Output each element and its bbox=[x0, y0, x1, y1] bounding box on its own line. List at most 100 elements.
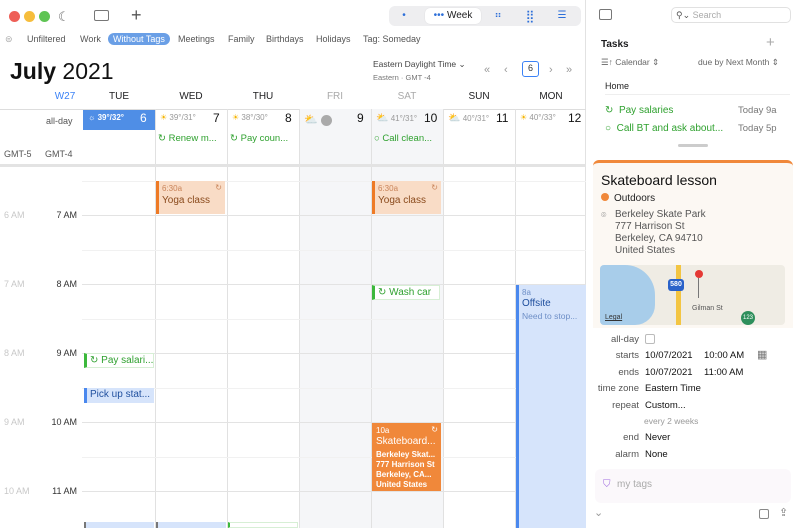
weather-sat: ⛅ 41°/31° bbox=[376, 113, 418, 124]
repeat-icon: ↻ bbox=[215, 183, 222, 192]
repeat-sub: every 2 weeks bbox=[644, 416, 699, 426]
view-day-button[interactable]: • bbox=[393, 8, 415, 24]
event-pick-up[interactable]: Pick up stat... bbox=[84, 388, 154, 403]
minimize-button[interactable] bbox=[24, 11, 35, 22]
location-icon: ⌾ bbox=[601, 210, 607, 220]
add-task-button[interactable]: + bbox=[766, 34, 775, 51]
weather-wed: ☀ 39°/31° bbox=[160, 113, 196, 122]
day-num-tue[interactable]: 6 bbox=[140, 111, 147, 125]
location-text[interactable]: Berkeley Skate Park 777 Harrison St Berkel… bbox=[615, 209, 706, 257]
moon-icon[interactable]: ☾ bbox=[58, 10, 70, 23]
ends-date[interactable]: 10/07/2021 bbox=[645, 367, 693, 378]
prev-week-button[interactable]: « bbox=[484, 64, 490, 76]
secondary-time-label: 7 AM bbox=[4, 279, 25, 289]
prev-button[interactable]: ‹ bbox=[504, 64, 508, 76]
filter-work[interactable]: Work bbox=[80, 34, 101, 44]
event-partial[interactable] bbox=[156, 522, 226, 528]
view-year-button[interactable]: ⣿ bbox=[519, 8, 541, 24]
task-item[interactable]: ↻ Pay salaries bbox=[605, 105, 673, 116]
repeat-value[interactable]: Custom... bbox=[645, 400, 686, 411]
alarm-value[interactable]: None bbox=[645, 449, 668, 460]
search-icon: ⚲⌄ bbox=[676, 10, 691, 20]
event-skateboard[interactable]: 10a ↻ Skateboard... Berkeley Skat... 777… bbox=[372, 423, 441, 491]
allday-checkbox[interactable] bbox=[645, 334, 655, 344]
view-month-button[interactable]: ⠶ bbox=[487, 8, 509, 24]
event-title[interactable]: Skateboard lesson bbox=[601, 172, 717, 188]
allday-task-thu[interactable]: ↻ Pay coun... bbox=[230, 133, 296, 144]
timezone-value[interactable]: Eastern Time bbox=[645, 383, 701, 394]
location-map[interactable]: 580 Gilman St 123 Legal bbox=[600, 265, 785, 325]
filter-meetings[interactable]: Meetings bbox=[178, 34, 215, 44]
event-yoga-sat[interactable]: 6:30a ↻ Yoga class bbox=[372, 181, 441, 214]
filter-holidays[interactable]: Holidays bbox=[316, 34, 351, 44]
allday-task-wed[interactable]: ↻ Renew m... bbox=[158, 133, 224, 144]
day-num-fri[interactable]: 9 bbox=[357, 111, 364, 125]
today-button[interactable]: 6 bbox=[522, 61, 539, 77]
day-num-wed[interactable]: 7 bbox=[213, 111, 220, 125]
day-header-sat[interactable]: SAT bbox=[371, 91, 443, 102]
tags-field[interactable]: ⛉ my tags bbox=[595, 469, 791, 503]
event-yoga-wed[interactable]: 6:30a ↻ Yoga class bbox=[156, 181, 225, 214]
filter-unfiltered[interactable]: Unfiltered bbox=[27, 34, 66, 44]
tasks-source-select[interactable]: ☰↑ Calendar ⇕ bbox=[601, 57, 659, 68]
day-num-thu[interactable]: 8 bbox=[285, 111, 292, 125]
day-header-mon[interactable]: MON bbox=[515, 91, 587, 102]
starts-time[interactable]: 10:00 AM bbox=[704, 350, 744, 361]
map-legal-link[interactable]: Legal bbox=[605, 314, 622, 321]
allday-label: all-day bbox=[46, 116, 73, 126]
filter-without-tags[interactable]: Without Tags bbox=[108, 33, 170, 45]
filter-tag-someday[interactable]: Tag: Someday bbox=[363, 34, 421, 44]
repeat-icon: ↻ bbox=[431, 183, 438, 192]
event-offsite[interactable]: 8a Offsite Need to stop... bbox=[516, 285, 586, 528]
day-header-wed[interactable]: WED bbox=[155, 91, 227, 102]
task-partial[interactable] bbox=[228, 522, 298, 528]
task-pay-salaries[interactable]: ↻ Pay salari... bbox=[84, 353, 154, 368]
ends-time[interactable]: 11:00 AM bbox=[704, 367, 743, 378]
sidebar-toggle-icon[interactable] bbox=[94, 10, 109, 21]
panel-toggle-icon[interactable] bbox=[599, 9, 612, 20]
allday-task-sat[interactable]: ○ Call clean... bbox=[374, 133, 440, 144]
highway-shield: 580 bbox=[668, 279, 684, 291]
search-input[interactable]: ⚲⌄ Search bbox=[671, 7, 791, 23]
starts-date[interactable]: 10/07/2021 bbox=[645, 350, 693, 361]
close-button[interactable] bbox=[9, 11, 20, 22]
secondary-time-label: 6 AM bbox=[4, 210, 25, 220]
view-week-button[interactable]: ••• Week bbox=[425, 8, 481, 24]
day-num-sat[interactable]: 10 bbox=[424, 111, 437, 125]
filter-family[interactable]: Family bbox=[228, 34, 255, 44]
event-partial[interactable] bbox=[84, 522, 154, 528]
day-num-mon[interactable]: 12 bbox=[568, 111, 581, 125]
time-label: 7 AM bbox=[56, 210, 77, 220]
time-label: 9 AM bbox=[56, 348, 77, 358]
day-header-thu[interactable]: THU bbox=[227, 91, 299, 102]
day-header-fri[interactable]: FRI bbox=[299, 91, 371, 102]
next-button[interactable]: › bbox=[549, 64, 553, 76]
timezone-selector[interactable]: Eastern Daylight Time ⌄ bbox=[373, 59, 466, 70]
event-detail-card: Skateboard lesson Outdoors ⌾ Berkeley Sk… bbox=[593, 160, 793, 328]
collapse-icon[interactable]: ⌄ bbox=[594, 506, 603, 519]
add-icon[interactable]: + bbox=[131, 6, 142, 24]
add-to-calendar-icon[interactable] bbox=[759, 509, 769, 519]
next-week-button[interactable]: » bbox=[566, 64, 572, 76]
end-value[interactable]: Never bbox=[645, 432, 670, 443]
tasks-due-select[interactable]: due by Next Month ⇕ bbox=[698, 57, 779, 68]
day-num-sun[interactable]: 11 bbox=[496, 111, 508, 125]
resize-handle[interactable] bbox=[678, 144, 708, 147]
task-wash-car[interactable]: ↻ Wash car bbox=[372, 285, 440, 300]
zoom-button[interactable] bbox=[39, 11, 50, 22]
weather-thu: ☀ 38°/30° bbox=[232, 113, 268, 122]
task-due: Today 5p bbox=[738, 123, 777, 134]
day-header-sun[interactable]: SUN bbox=[443, 91, 515, 102]
view-list-button[interactable]: ☰ bbox=[551, 8, 573, 24]
calendar-picker-icon[interactable]: ▦ bbox=[757, 348, 767, 361]
calendar-window: ☾ + • ••• Week ⠶ ⣿ ☰ ⊜ Unfiltered Work W… bbox=[0, 0, 800, 528]
share-icon[interactable]: ⇪ bbox=[779, 506, 788, 519]
task-item[interactable]: ○ Call BT and ask about... bbox=[605, 123, 723, 134]
secondary-time-label: 9 AM bbox=[4, 417, 25, 427]
month-title: July 2021 bbox=[10, 58, 114, 84]
filter-birthdays[interactable]: Birthdays bbox=[266, 34, 304, 44]
filter-menu-icon[interactable]: ⊜ bbox=[5, 34, 13, 45]
calendar-select[interactable]: Outdoors bbox=[601, 193, 655, 204]
time-label: 10 AM bbox=[51, 417, 77, 427]
day-header-tue[interactable]: TUE bbox=[83, 91, 155, 102]
